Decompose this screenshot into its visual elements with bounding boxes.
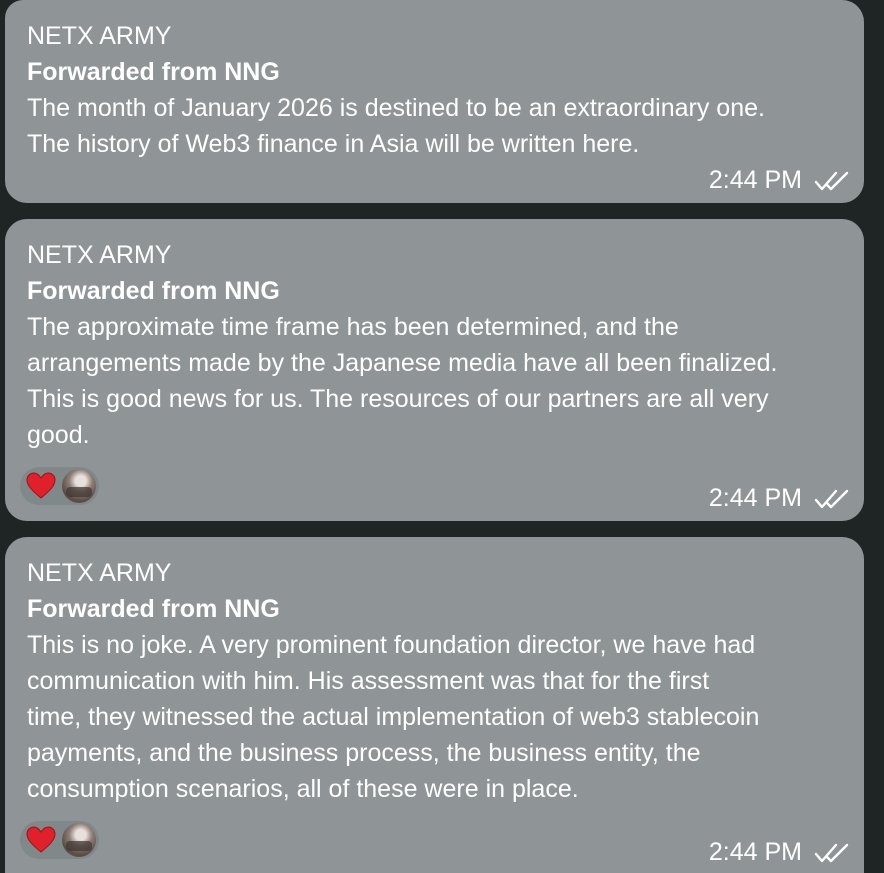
sender-name[interactable]: NETX ARMY bbox=[27, 237, 842, 273]
message-bubble[interactable]: NETX ARMY Forwarded from NNG The approxi… bbox=[5, 219, 864, 521]
message-meta: 2:44 PM bbox=[709, 166, 850, 195]
message-time: 2:44 PM bbox=[708, 838, 802, 866]
message-line: The approximate time frame has been dete… bbox=[27, 313, 679, 341]
message-line: The month of January 2026 is destined to… bbox=[27, 94, 765, 122]
message-line: arrangements made by the Japanese media … bbox=[27, 349, 778, 377]
message-line: This is no joke. A very prominent founda… bbox=[27, 631, 756, 659]
message-text: The month of January 2026 is destined to… bbox=[27, 90, 847, 162]
user-avatar[interactable] bbox=[62, 823, 96, 857]
read-checks-icon bbox=[814, 843, 849, 862]
message-line: good. bbox=[27, 421, 90, 449]
message-text: The approximate time frame has been dete… bbox=[27, 309, 847, 453]
chat-history: NETX ARMY Forwarded from NNG The month o… bbox=[0, 0, 884, 873]
message-line: time, they witnessed the actual implemen… bbox=[27, 703, 760, 731]
sender-name[interactable]: NETX ARMY bbox=[27, 555, 842, 591]
reaction-pill[interactable] bbox=[20, 467, 99, 505]
forwarded-from-label[interactable]: Forwarded from NNG bbox=[27, 54, 842, 90]
message-text: This is no joke. A very prominent founda… bbox=[27, 627, 847, 807]
message-time: 2:44 PM bbox=[708, 484, 802, 512]
message-meta: 2:44 PM bbox=[709, 838, 850, 867]
forwarded-from-label[interactable]: Forwarded from NNG bbox=[27, 273, 842, 309]
message-line: This is good news for us. The resources … bbox=[27, 385, 769, 413]
message-bubble[interactable]: NETX ARMY Forwarded from NNG The month o… bbox=[5, 0, 864, 203]
heart-icon bbox=[26, 472, 56, 499]
forwarded-from-label[interactable]: Forwarded from NNG bbox=[27, 591, 842, 627]
message-meta: 2:44 PM bbox=[709, 484, 850, 513]
message-line: The history of Web3 finance in Asia will… bbox=[27, 130, 640, 158]
read-checks-icon bbox=[814, 171, 849, 190]
user-avatar[interactable] bbox=[62, 469, 96, 503]
message-line: communication with him. His assessment w… bbox=[27, 667, 710, 695]
reaction-pill[interactable] bbox=[20, 821, 99, 859]
sender-name[interactable]: NETX ARMY bbox=[27, 18, 842, 54]
message-time: 2:44 PM bbox=[708, 166, 802, 194]
message-line: payments, and the business process, the … bbox=[27, 739, 701, 767]
message-line: consumption scenarios, all of these were… bbox=[27, 775, 579, 803]
heart-icon bbox=[26, 826, 56, 853]
read-checks-icon bbox=[814, 489, 849, 508]
message-bubble[interactable]: NETX ARMY Forwarded from NNG This is no … bbox=[5, 537, 864, 873]
